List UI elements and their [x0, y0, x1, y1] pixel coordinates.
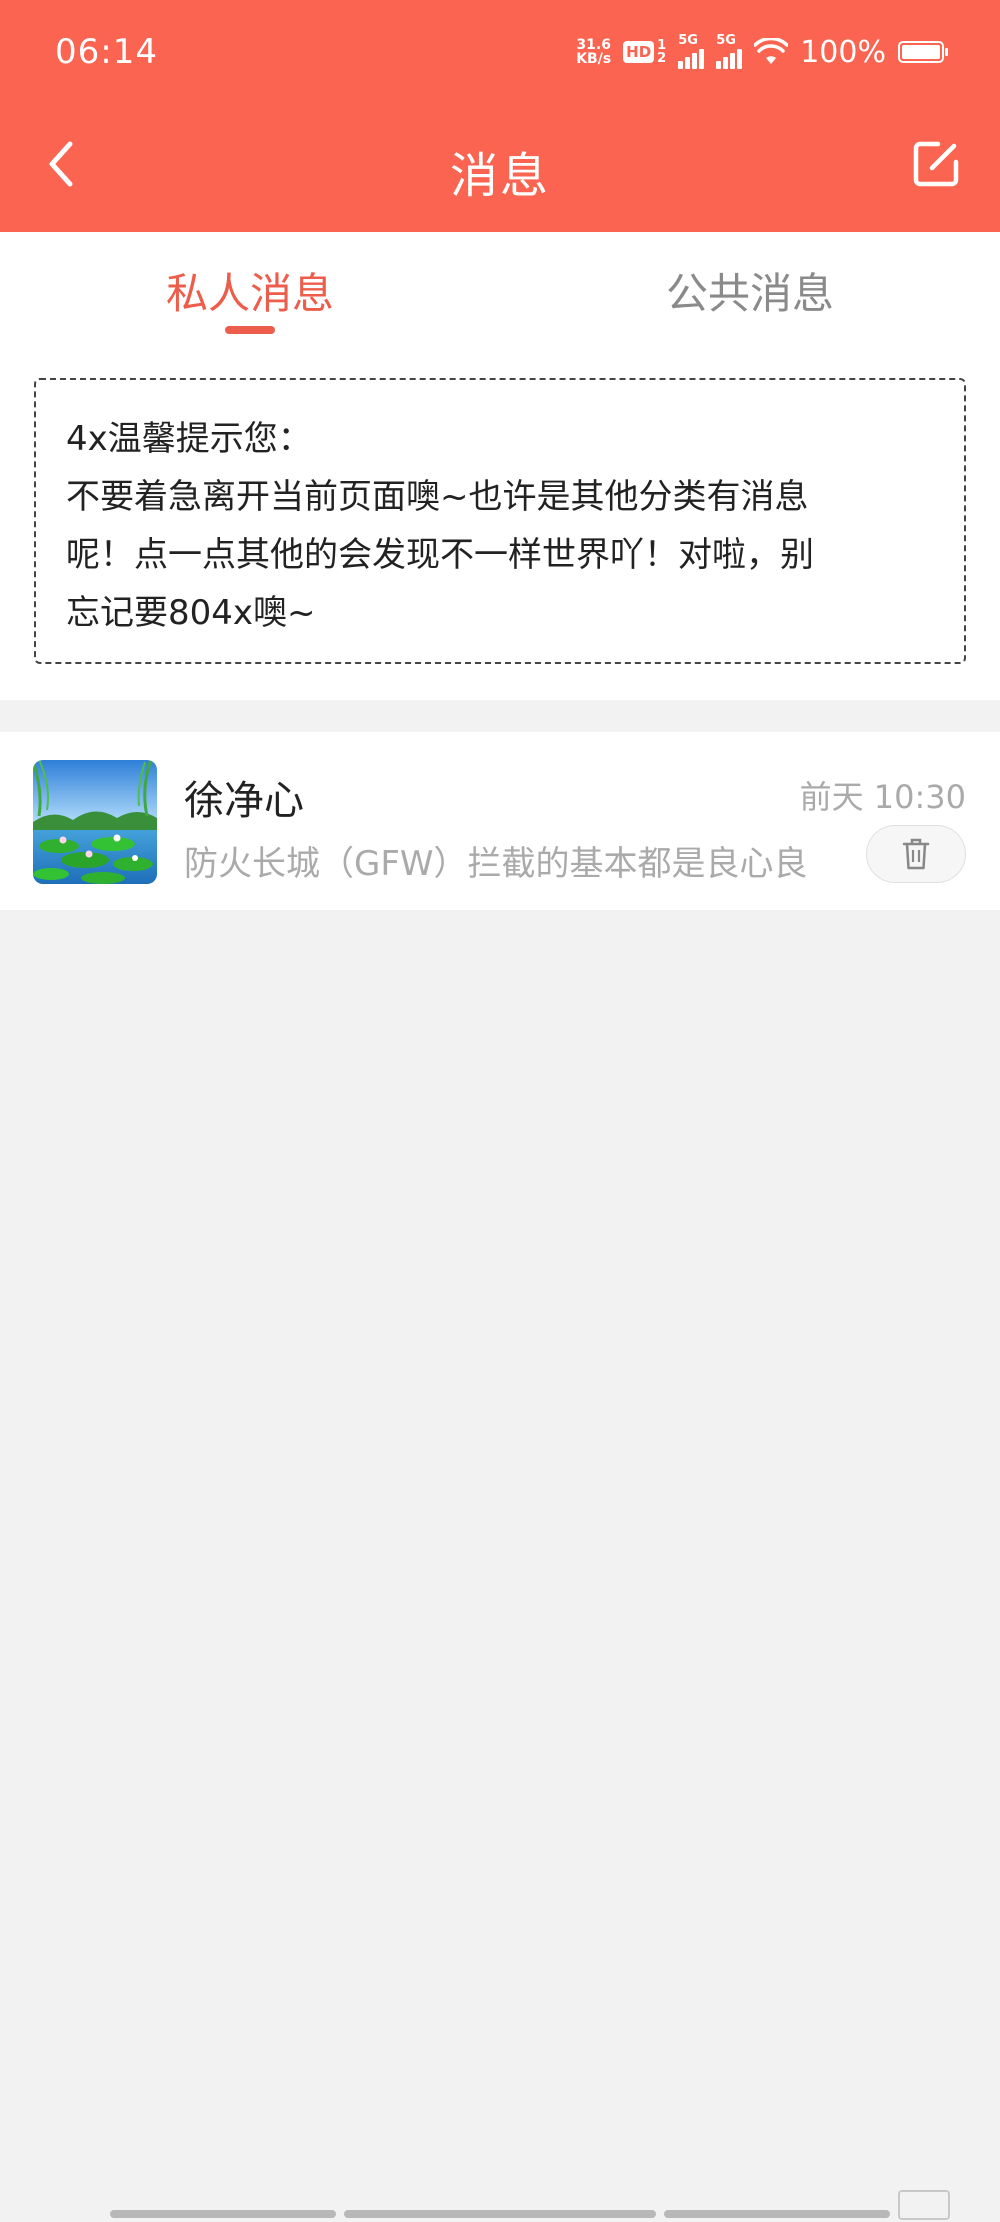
delete-button[interactable]: [866, 825, 966, 883]
wifi-icon: [754, 38, 789, 64]
compose-icon: [913, 141, 959, 187]
signal-label: 5G: [716, 33, 736, 48]
avatar[interactable]: [33, 760, 157, 884]
tip-line: 忘记要804x噢~: [66, 593, 316, 633]
nav-handle: [664, 2210, 890, 2218]
app-header: 06:14 31.6 KB/s HD 1 2 5G 5G 100% 消息: [0, 0, 1000, 232]
tip-line: 4x温馨提示您：: [66, 419, 312, 459]
nav-handle: [110, 2210, 336, 2218]
hd-icon: HD 1 2: [623, 39, 666, 65]
section-divider: [0, 700, 1000, 732]
message-sender: 徐净心: [184, 778, 304, 824]
signal-icon: 5G: [678, 33, 705, 69]
tip-box: 4x温馨提示您： 不要着急离开当前页面噢~也许是其他分类有消息 呢！点一点其他的…: [34, 378, 966, 664]
tip-section: 4x温馨提示您： 不要着急离开当前页面噢~也许是其他分类有消息 呢！点一点其他的…: [0, 362, 1000, 700]
tab-private-messages[interactable]: 私人消息: [100, 260, 400, 321]
hd-sub: 1 2: [657, 39, 666, 65]
page-title: 消息: [449, 148, 550, 204]
signal-label: 5G: [678, 33, 698, 48]
tab-public-messages[interactable]: 公共消息: [600, 260, 900, 321]
message-preview: 防火长城（GFW）拦截的基本都是良心良: [184, 844, 808, 884]
avatar-image: [33, 760, 157, 884]
battery-icon: [898, 41, 948, 63]
corner-mark-icon: [898, 2190, 950, 2220]
status-icons: 31.6 KB/s HD 1 2 5G 5G 100%: [576, 28, 948, 76]
network-speed: 31.6 KB/s: [576, 38, 611, 66]
hd-sub-bottom: 2: [657, 51, 667, 66]
message-list-item[interactable]: 徐净心 前天 10:30 防火长城（GFW）拦截的基本都是良心良: [0, 732, 1000, 910]
network-speed-value: 31.6: [576, 37, 611, 53]
back-button[interactable]: [38, 134, 88, 194]
signal-icon: 5G: [716, 33, 743, 69]
chevron-left-icon: [49, 141, 73, 187]
status-time: 06:14: [55, 32, 158, 72]
tip-line: 不要着急离开当前页面噢~也许是其他分类有消息: [66, 477, 809, 517]
battery-percent: 100%: [800, 34, 886, 70]
compose-button[interactable]: [908, 136, 964, 192]
network-speed-unit: KB/s: [576, 51, 612, 67]
active-tab-indicator: [225, 326, 275, 334]
nav-handle: [344, 2210, 656, 2218]
tip-line: 呢！点一点其他的会发现不一样世界吖！对啦，别: [66, 535, 814, 575]
trash-icon: [902, 838, 930, 870]
tab-bar: 私人消息 公共消息: [0, 232, 1000, 362]
hd-label: HD: [623, 41, 655, 63]
message-time: 前天 10:30: [799, 778, 966, 816]
